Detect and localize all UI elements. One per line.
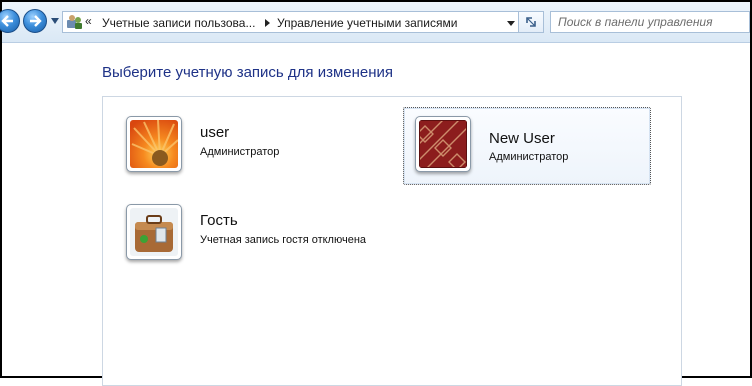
recent-pages-dropdown-icon[interactable] — [50, 17, 60, 25]
search-box[interactable] — [550, 11, 752, 33]
account-name: New User — [489, 130, 555, 147]
account-name: user — [200, 124, 230, 141]
account-new-user[interactable]: New User Администратор — [403, 107, 651, 185]
account-picture — [126, 116, 182, 172]
guest-briefcase-icon — [130, 208, 178, 256]
forward-arrow-icon — [30, 15, 42, 27]
page-title: Выберите учетную запись для изменения — [102, 64, 394, 81]
red-pattern-icon — [419, 120, 467, 168]
breadcrumb-manage-accounts[interactable]: Управление учетными записями — [277, 16, 457, 30]
orange-flower-icon — [130, 120, 178, 168]
address-history-dropdown-icon[interactable] — [507, 21, 515, 26]
account-role: Администратор — [489, 151, 569, 163]
account-picture — [126, 204, 182, 260]
account-role: Администратор — [200, 146, 280, 158]
account-user[interactable]: user Администратор — [123, 111, 363, 181]
breadcrumb-user-accounts[interactable]: Учетные записи пользова... — [102, 16, 255, 30]
breadcrumb-separator-icon[interactable] — [265, 19, 270, 27]
address-bar[interactable]: « Учетные записи пользова... Управление … — [62, 11, 542, 33]
back-arrow-icon — [1, 15, 13, 27]
back-button[interactable] — [0, 9, 20, 33]
account-guest[interactable]: Гость Учетная запись гостя отключена — [123, 199, 423, 269]
navigation-bar: « Учетные записи пользова... Управление … — [0, 2, 752, 43]
control-panel-users-icon — [67, 15, 82, 29]
accounts-panel: user Администратор New User Администрато… — [102, 96, 682, 386]
refresh-icon — [526, 17, 536, 27]
search-input[interactable] — [551, 12, 752, 32]
forward-button[interactable] — [23, 9, 47, 33]
window-frame: « Учетные записи пользова... Управление … — [0, 0, 752, 386]
refresh-button[interactable] — [518, 11, 544, 33]
breadcrumb-overflow[interactable]: « — [85, 14, 92, 28]
account-picture — [415, 116, 471, 172]
account-role: Учетная запись гостя отключена — [200, 234, 367, 246]
account-name: Гость — [200, 212, 238, 229]
